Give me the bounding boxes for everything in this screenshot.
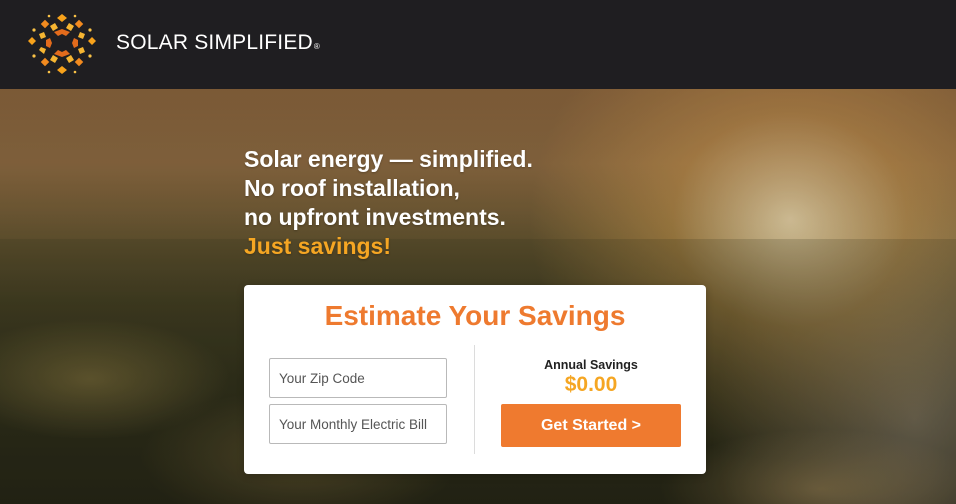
estimator-title: Estimate Your Savings xyxy=(324,300,626,331)
headline-line-1: Solar energy — simplified. xyxy=(244,146,533,172)
zip-code-input[interactable] xyxy=(269,358,447,398)
top-bar: SOLAR SIMPLIFIED® xyxy=(0,0,956,89)
brand-name: SOLAR SIMPLIFIED xyxy=(116,31,313,54)
headline-accent: Just savings! xyxy=(244,233,391,259)
registered-mark: ® xyxy=(313,42,321,51)
vertical-divider xyxy=(474,345,475,454)
get-started-button[interactable]: Get Started > xyxy=(501,404,681,447)
savings-estimator-card: Estimate Your Savings Annual Savings $0.… xyxy=(244,285,706,474)
sun-icon[interactable] xyxy=(24,12,100,76)
annual-savings-label: Annual Savings xyxy=(544,358,638,372)
headline-line-3: no upfront investments. xyxy=(244,204,506,230)
headline-line-2: No roof installation, xyxy=(244,175,460,201)
hero-headline: Solar energy — simplified. No roof insta… xyxy=(244,145,533,261)
monthly-bill-input[interactable] xyxy=(269,404,447,444)
brand-logo-text[interactable]: SOLAR SIMPLIFIED® xyxy=(116,31,320,55)
annual-savings-value: $0.00 xyxy=(564,373,618,396)
